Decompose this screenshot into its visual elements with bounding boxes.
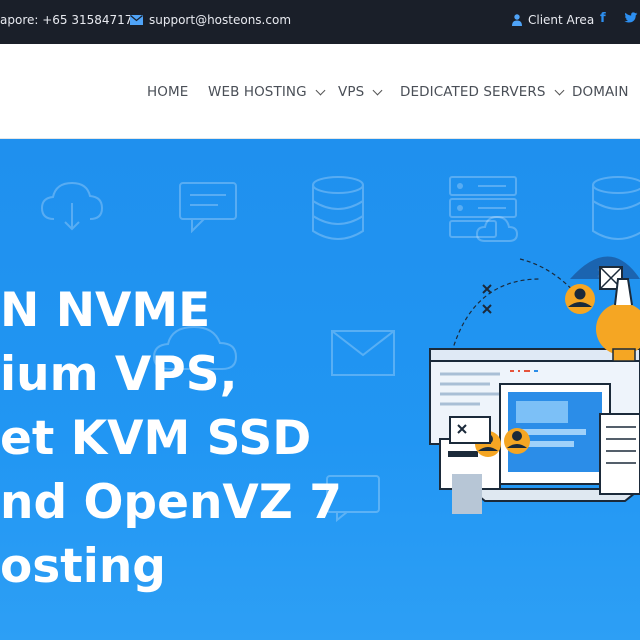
phone-number[interactable]: apore: +65 31584717 bbox=[0, 13, 132, 27]
client-area-label: Client Area bbox=[528, 13, 595, 27]
nav-web-hosting[interactable]: WEB HOSTING bbox=[208, 84, 326, 100]
support-email: support@hosteons.com bbox=[149, 13, 292, 27]
nav-domain[interactable]: DOMAIN bbox=[572, 84, 629, 100]
hero-headline-line: nd OpenVZ 7 bbox=[0, 475, 342, 530]
nav-home[interactable]: HOME bbox=[147, 84, 188, 100]
nav-vps-label: VPS bbox=[338, 84, 365, 100]
nav-home-label: HOME bbox=[147, 84, 189, 100]
top-bar: apore: +65 31584717 support@hosteons.com… bbox=[0, 0, 640, 44]
nav-dedicated-servers[interactable]: DEDICATED SERVERS bbox=[400, 84, 564, 100]
hosting-illustration bbox=[429, 256, 640, 514]
main-navigation: HOME WEB HOSTING VPS DEDICATED SERVERS D… bbox=[0, 44, 640, 139]
hero-headline-line: osting bbox=[0, 539, 166, 594]
database-icon bbox=[592, 176, 640, 240]
mail-icon bbox=[130, 15, 143, 25]
nav-vps[interactable]: VPS bbox=[338, 84, 383, 100]
nav-domain-label: DOMAIN bbox=[572, 84, 629, 100]
database-icon bbox=[312, 176, 364, 240]
chevron-down-icon bbox=[554, 85, 564, 95]
client-area-link[interactable]: Client Area bbox=[512, 13, 594, 27]
nav-dedicated-servers-label: DEDICATED SERVERS bbox=[400, 84, 546, 100]
hero-headline: N NVME ium VPS, et KVM SSD nd OpenVZ 7 o… bbox=[0, 279, 360, 599]
hero-headline-line: et KVM SSD bbox=[0, 411, 312, 466]
hero-banner: N NVME ium VPS, et KVM SSD nd OpenVZ 7 o… bbox=[0, 139, 640, 640]
facebook-icon[interactable]: f bbox=[600, 11, 606, 26]
twitter-icon[interactable] bbox=[624, 12, 638, 27]
chevron-down-icon bbox=[315, 85, 326, 95]
nav-web-hosting-label: WEB HOSTING bbox=[208, 84, 307, 100]
cloud-download-icon bbox=[40, 181, 104, 231]
hero-headline-line: ium VPS, bbox=[0, 347, 238, 402]
chevron-down-icon bbox=[372, 85, 383, 95]
user-icon bbox=[512, 14, 522, 26]
support-email-link[interactable]: support@hosteons.com bbox=[130, 13, 291, 27]
chat-icon bbox=[179, 182, 237, 233]
hero-headline-line: N NVME bbox=[0, 283, 211, 338]
